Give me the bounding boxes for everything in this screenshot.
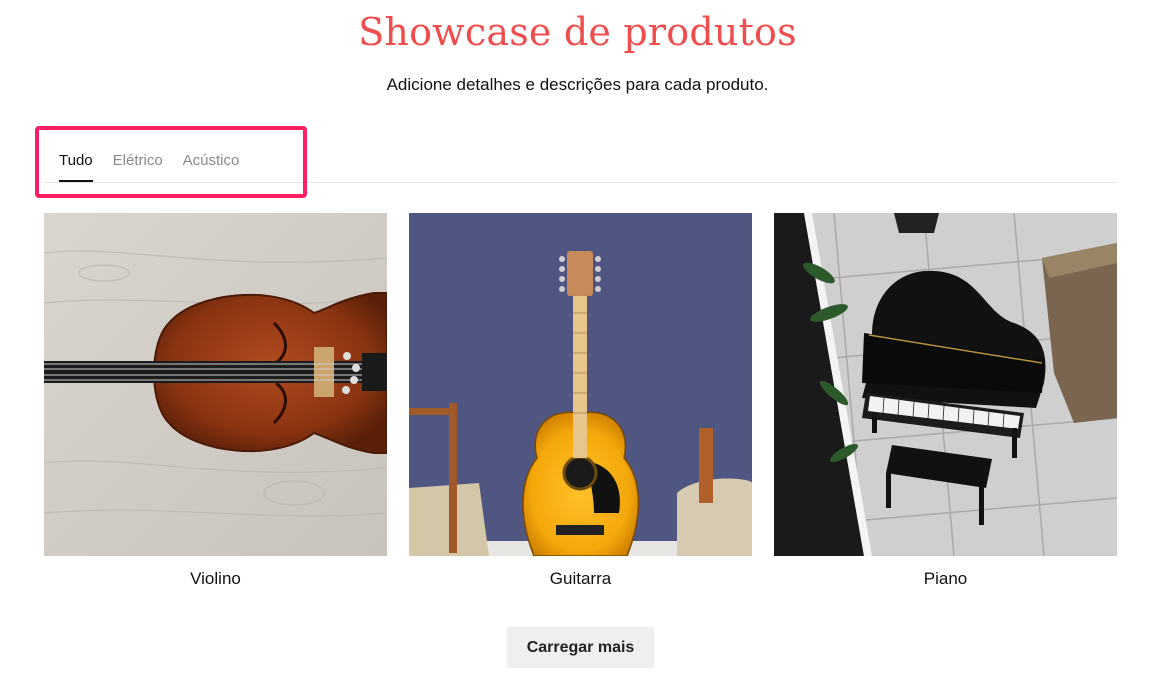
tab-tudo[interactable]: Tudo [59,150,93,182]
product-grid: Violino Guitarra Piano [44,213,1117,593]
product-image-guitarra[interactable] [409,213,752,556]
tab-acustico[interactable]: Acústico [183,150,240,182]
tab-eletrico[interactable]: Elétrico [113,150,163,182]
page-title: Showcase de produtos [358,10,797,54]
tabs-divider [44,182,1116,183]
product-name: Piano [923,569,968,588]
product-image-violino[interactable] [44,213,387,556]
page-subtitle: Adicione detalhes e descrições para cada… [386,75,769,94]
category-tabs: Tudo Elétrico Acústico [59,150,239,184]
product-name: Guitarra [549,569,612,588]
load-more-button[interactable]: Carregar mais [507,627,654,668]
product-image-piano[interactable] [774,213,1117,556]
product-name: Violino [190,569,241,588]
